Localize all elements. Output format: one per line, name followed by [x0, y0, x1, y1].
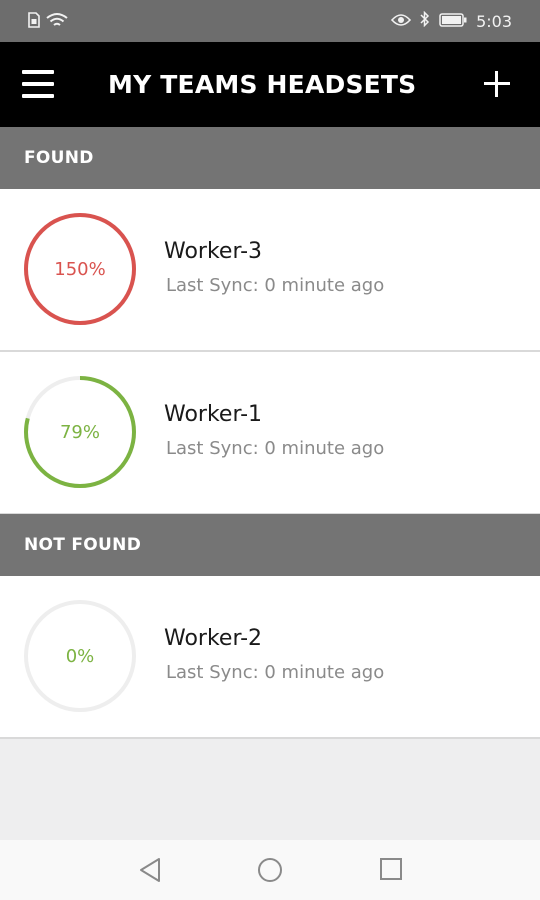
- section-title: FOUND: [24, 148, 94, 168]
- last-sync-text: Last Sync: 0 minute ago: [166, 438, 385, 459]
- recents-icon[interactable]: [379, 857, 403, 885]
- section-header-found: FOUND: [0, 127, 540, 189]
- last-sync-text: Last Sync: 0 minute ago: [166, 275, 385, 296]
- back-icon[interactable]: [138, 857, 162, 887]
- app-bar: MY TEAMS HEADSETS: [0, 42, 540, 127]
- wifi-icon: [46, 12, 68, 32]
- section-title: NOT FOUND: [24, 535, 142, 555]
- battery-icon: [439, 12, 467, 31]
- list-item-worker-3[interactable]: 150% Worker-3 Last Sync: 0 minute ago: [0, 189, 540, 352]
- worker-name: Worker-1: [164, 402, 263, 427]
- sim-icon: [28, 12, 40, 32]
- last-sync-text: Last Sync: 0 minute ago: [166, 662, 385, 683]
- list-item-worker-1[interactable]: 79% Worker-1 Last Sync: 0 minute ago: [0, 352, 540, 515]
- progress-percent: 79%: [59, 421, 100, 443]
- progress-percent: 150%: [54, 258, 106, 280]
- worker-name: Worker-3: [164, 239, 263, 264]
- menu-icon[interactable]: [22, 68, 54, 100]
- battery-progress-ring: 150%: [24, 213, 136, 325]
- battery-progress-ring: 0%: [24, 600, 136, 712]
- eye-icon: [390, 12, 412, 31]
- status-time: 5:03: [476, 11, 512, 31]
- worker-name: Worker-2: [164, 626, 263, 651]
- battery-progress-ring: 79%: [24, 376, 136, 488]
- list-item-worker-2[interactable]: 0% Worker-2 Last Sync: 0 minute ago: [0, 576, 540, 739]
- home-icon[interactable]: [257, 857, 283, 887]
- section-header-not-found: NOT FOUND: [0, 514, 540, 576]
- status-bar: 5:03: [0, 0, 540, 42]
- plus-icon[interactable]: [484, 71, 510, 97]
- progress-percent: 0%: [65, 645, 95, 667]
- page-title: MY TEAMS HEADSETS: [108, 70, 417, 99]
- system-nav-bar: [0, 840, 540, 900]
- bluetooth-icon: [420, 10, 430, 31]
